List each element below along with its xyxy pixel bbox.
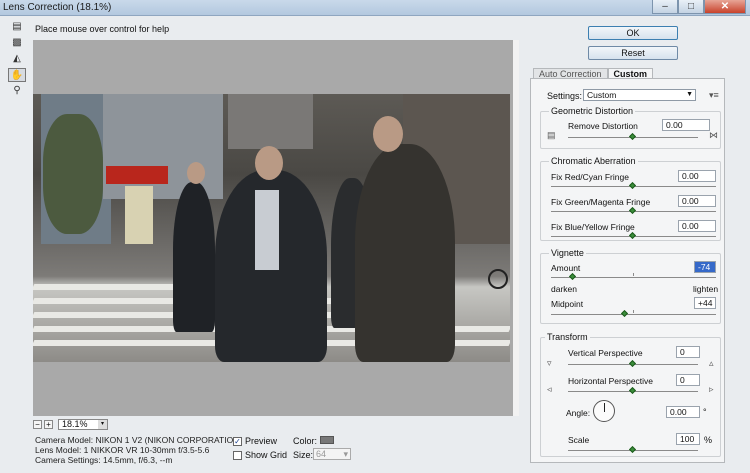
- help-text: Place mouse over control for help: [35, 24, 170, 34]
- preview-checkbox-row[interactable]: ✓ Preview: [233, 436, 277, 446]
- photo-person-head: [187, 162, 205, 184]
- photo-person-head: [373, 116, 403, 152]
- settings-label: Settings:: [547, 91, 583, 101]
- blue-yellow-field[interactable]: 0.00: [678, 220, 716, 232]
- vignette-midpoint-field[interactable]: +44: [694, 297, 716, 309]
- ok-button[interactable]: OK: [588, 26, 678, 40]
- chevron-down-icon: ▾: [98, 419, 107, 429]
- zoom-level-value: 18.1%: [62, 418, 88, 429]
- horizontal-perspective-field[interactable]: 0: [676, 374, 700, 386]
- vertical-perspective-left-icon: ▿: [547, 358, 552, 368]
- vignette-amount-label: Amount: [551, 263, 581, 273]
- remove-distortion-label: Remove Distortion: [568, 121, 638, 131]
- photo-shopfront: [125, 186, 153, 244]
- minimize-button[interactable]: –: [652, 0, 678, 14]
- camera-info: Camera Model: NIKON 1 V2 (NIKON CORPORAT…: [35, 435, 242, 465]
- vertical-perspective-field[interactable]: 0: [676, 346, 700, 358]
- photo-shirt: [255, 190, 279, 270]
- red-cyan-label: Fix Red/Cyan Fringe: [551, 172, 629, 182]
- vignette-title: Vignette: [549, 248, 586, 258]
- vertical-perspective-right-icon: ▵: [709, 358, 714, 368]
- preview-checkbox[interactable]: ✓: [233, 436, 242, 446]
- settings-select[interactable]: Custom ▼: [583, 89, 696, 101]
- grid-color-label: Color:: [293, 436, 318, 446]
- photo-person: [173, 182, 215, 332]
- blue-yellow-label: Fix Blue/Yellow Fringe: [551, 222, 635, 232]
- show-grid-label: Show Grid: [245, 450, 288, 460]
- photo-tree: [43, 114, 103, 234]
- photo-person-head: [255, 146, 283, 180]
- barrel-distortion-icon: ▤: [547, 130, 556, 140]
- zoom-control: − + 18.1% ▾: [33, 418, 108, 430]
- camera-settings: Camera Settings: 14.5mm, f/6.3, --m: [35, 455, 173, 465]
- tool-strip: ▤ ▩ ◭ ✋ ⚲: [8, 20, 28, 100]
- horizontal-perspective-right-icon: ▹: [709, 384, 714, 394]
- preview-scrollbar[interactable]: [513, 40, 519, 416]
- zoom-tool-icon[interactable]: ⚲: [8, 84, 26, 98]
- horizontal-perspective-left-icon: ◃: [547, 384, 552, 394]
- angle-label: Angle:: [566, 408, 591, 418]
- show-grid-checkbox[interactable]: [233, 450, 242, 460]
- grid-size-label: Size:: [293, 450, 314, 460]
- remove-distortion-field[interactable]: 0.00: [662, 119, 710, 131]
- hand-tool-icon[interactable]: ✋: [8, 68, 26, 82]
- horizontal-perspective-label: Horizontal Perspective: [568, 376, 654, 386]
- photo-shop-sign: [106, 166, 168, 184]
- grid-size-select[interactable]: 64 ▾: [313, 448, 351, 460]
- camera-model: Camera Model: NIKON 1 V2 (NIKON CORPORAT…: [35, 435, 243, 445]
- zoom-in-button[interactable]: +: [44, 419, 53, 429]
- vertical-perspective-label: Vertical Perspective: [568, 348, 643, 358]
- maximize-button[interactable]: □: [678, 0, 704, 14]
- lighten-label: lighten: [693, 284, 719, 294]
- title-bar: Lens Correction (18.1%) – □ ✕: [0, 0, 750, 16]
- scale-field[interactable]: 100: [676, 433, 700, 445]
- lens-model: Lens Model: 1 NIKKOR VR 10-30mm f/3.5-5.…: [35, 445, 210, 455]
- photo-person: [355, 144, 455, 362]
- grid-color-swatch[interactable]: [320, 436, 334, 444]
- red-cyan-field[interactable]: 0.00: [678, 170, 716, 182]
- zoom-out-button[interactable]: −: [33, 419, 42, 429]
- vignette-midpoint-tick: [633, 310, 634, 313]
- grid-size-value: 64: [316, 449, 327, 459]
- reset-button[interactable]: Reset: [588, 46, 678, 60]
- chromatic-aberration-title: Chromatic Aberration: [549, 156, 638, 166]
- darken-label: darken: [551, 284, 577, 294]
- chevron-down-icon: ▼: [686, 91, 693, 98]
- window-title: Lens Correction (18.1%): [3, 2, 112, 13]
- photo-balcony: [228, 94, 313, 149]
- vignette-amount-field[interactable]: -74: [694, 261, 716, 273]
- scale-label: Scale: [568, 435, 590, 445]
- photo-bicycle: [488, 269, 508, 289]
- green-magenta-label: Fix Green/Magenta Fringe: [551, 197, 651, 207]
- vignette-midpoint-label: Midpoint: [551, 299, 584, 309]
- straighten-tool-icon[interactable]: ▩: [8, 36, 26, 50]
- angle-unit: °: [703, 407, 707, 417]
- pincushion-distortion-icon: ⋈: [709, 130, 718, 140]
- chevron-down-icon: ▾: [343, 449, 348, 459]
- geometric-distortion-title: Geometric Distortion: [549, 106, 636, 116]
- angle-dial[interactable]: [593, 400, 615, 422]
- move-grid-tool-icon[interactable]: ◭: [8, 52, 26, 66]
- window-controls: – □ ✕: [652, 0, 746, 15]
- remove-distortion-tool-icon[interactable]: ▤: [8, 20, 26, 34]
- transform-title: Transform: [545, 332, 590, 342]
- vignette-midpoint-slider[interactable]: [551, 314, 716, 315]
- vignette-amount-slider[interactable]: [551, 277, 716, 278]
- vignette-amount-center-tick: [633, 273, 634, 276]
- preview-photo[interactable]: [33, 94, 510, 362]
- angle-dial-needle: [604, 403, 605, 412]
- angle-field[interactable]: 0.00: [666, 406, 700, 418]
- scale-unit: %: [704, 435, 713, 445]
- green-magenta-field[interactable]: 0.00: [678, 195, 716, 207]
- preview-label: Preview: [245, 436, 278, 446]
- settings-value: Custom: [587, 90, 617, 100]
- settings-menu-icon[interactable]: ▾≡: [709, 90, 719, 101]
- close-button[interactable]: ✕: [704, 0, 746, 14]
- show-grid-checkbox-row[interactable]: Show Grid: [233, 450, 287, 460]
- zoom-level-select[interactable]: 18.1% ▾: [58, 418, 108, 430]
